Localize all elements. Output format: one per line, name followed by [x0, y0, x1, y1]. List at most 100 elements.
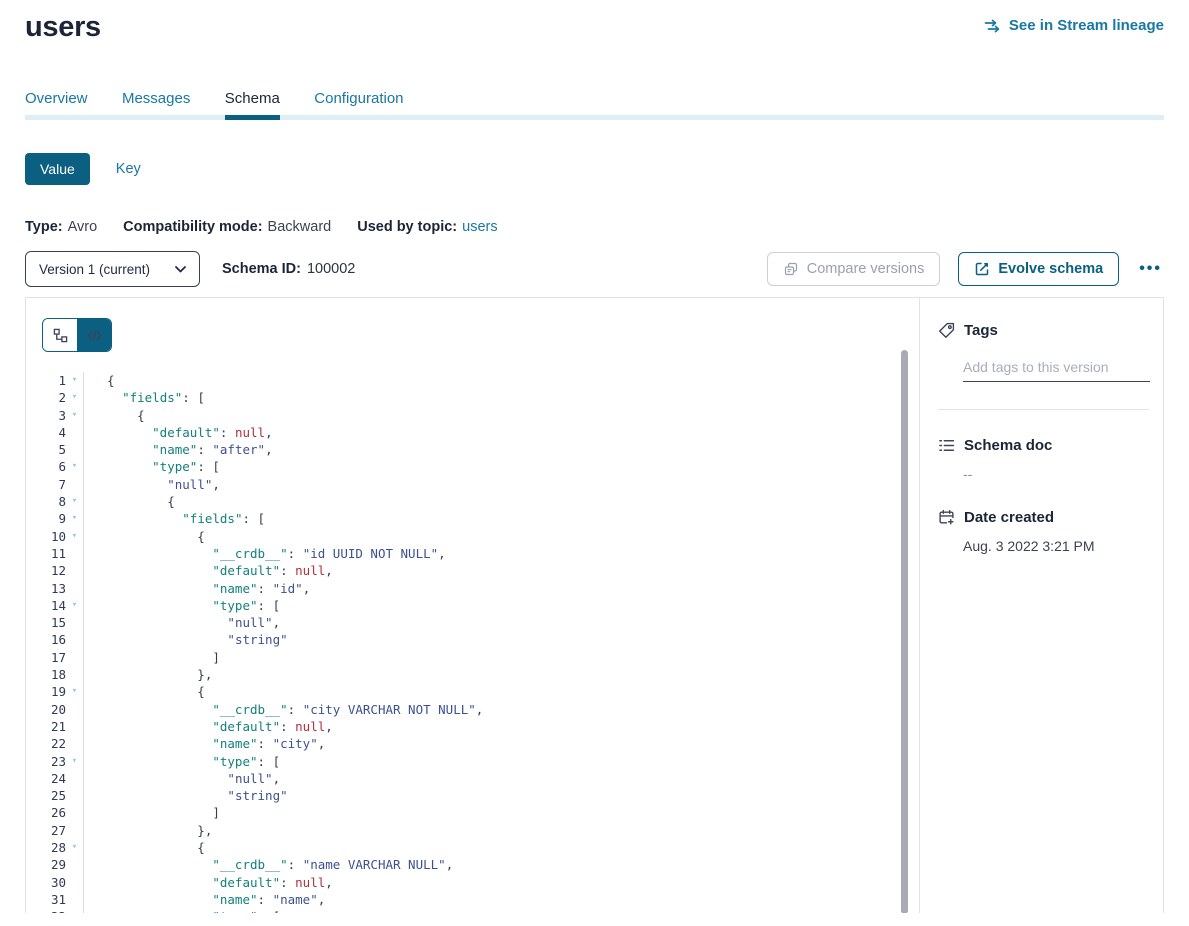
code-line-text: },: [83, 666, 919, 683]
schema-sidebar: Tags Schema doc --: [919, 298, 1163, 913]
tab-schema[interactable]: Schema: [225, 90, 280, 120]
code-line-text: "default": null,: [83, 562, 919, 579]
code-line-text: "__crdb__": "city VARCHAR NOT NULL",: [83, 701, 919, 718]
more-options-button[interactable]: •••: [1137, 256, 1164, 282]
fold-arrow-icon[interactable]: ▾: [66, 597, 83, 614]
evolve-schema-label: Evolve schema: [998, 261, 1103, 277]
editor-view-toggle: [42, 318, 112, 352]
fold-arrow-icon[interactable]: ▾: [66, 389, 83, 406]
line-number: 4: [26, 424, 66, 441]
fold-arrow-icon[interactable]: ▾: [66, 528, 83, 545]
evolve-schema-button[interactable]: Evolve schema: [958, 252, 1119, 286]
line-number: 2: [26, 389, 66, 406]
version-select-value: Version 1 (current): [39, 262, 150, 277]
code-line: 6▾ "type": [: [26, 458, 919, 475]
fold-arrow-icon[interactable]: ▾: [66, 493, 83, 510]
see-in-stream-lineage-link[interactable]: See in Stream lineage: [984, 17, 1164, 34]
compare-versions-button[interactable]: Compare versions: [767, 252, 941, 286]
fold-arrow-icon[interactable]: ▾: [66, 458, 83, 475]
code-line: 18 },: [26, 666, 919, 683]
date-created-title: Date created: [964, 509, 1054, 526]
code-line: 25 "string": [26, 787, 919, 804]
code-line-text: "null",: [83, 476, 919, 493]
fold-arrow-icon[interactable]: ▾: [66, 683, 83, 700]
code-line: 12 "default": null,: [26, 562, 919, 579]
fold-spacer: [66, 874, 83, 891]
line-number: 8: [26, 493, 66, 510]
fold-spacer: [66, 562, 83, 579]
line-number: 30: [26, 874, 66, 891]
line-number: 10: [26, 528, 66, 545]
fold-spacer: [66, 770, 83, 787]
value-key-toggle: Value Key: [25, 153, 1164, 185]
fold-arrow-icon[interactable]: ▾: [66, 407, 83, 424]
code-line-text: "name": "after",: [83, 441, 919, 458]
fold-arrow-icon[interactable]: ▾: [66, 839, 83, 856]
code-line: 21 "default": null,: [26, 718, 919, 735]
key-toggle-link[interactable]: Key: [116, 161, 141, 177]
tab-underline-track: [25, 115, 1164, 120]
tab-bar: Overview Messages Schema Configuration: [25, 90, 1164, 120]
code-line: 20 "__crdb__": "city VARCHAR NOT NULL",: [26, 701, 919, 718]
fold-spacer: [66, 545, 83, 562]
page-title: users: [25, 10, 101, 44]
schema-actions: Compare versions Evolve schema •••: [767, 252, 1164, 286]
code-line: 26 ]: [26, 804, 919, 821]
schema-id-value: 100002: [307, 261, 355, 277]
tree-view-button[interactable]: [43, 319, 77, 351]
code-line-text: "type": [: [83, 908, 919, 913]
value-toggle-button[interactable]: Value: [25, 153, 90, 185]
add-tags-input[interactable]: [963, 359, 1150, 382]
code-line-text: "fields": [: [83, 510, 919, 527]
fold-spacer: [66, 441, 83, 458]
type-label: Type:: [25, 219, 63, 235]
editor-scrollbar[interactable]: [901, 350, 908, 913]
fold-arrow-icon[interactable]: ▾: [66, 510, 83, 527]
code-line-text: "type": [: [83, 753, 919, 770]
version-select[interactable]: Version 1 (current): [25, 251, 200, 287]
code-line-text: {: [83, 407, 919, 424]
fold-spacer: [66, 822, 83, 839]
code-line: 23▾ "type": [: [26, 753, 919, 770]
fold-arrow-icon[interactable]: ▾: [66, 753, 83, 770]
fold-spacer: [66, 649, 83, 666]
code-line: 15 "null",: [26, 614, 919, 631]
code-line-text: "type": [: [83, 458, 919, 475]
fold-arrow-icon[interactable]: ▾: [66, 908, 83, 913]
schema-id-label: Schema ID:: [222, 261, 301, 277]
line-number: 3: [26, 407, 66, 424]
code-line: 31 "name": "name",: [26, 891, 919, 908]
fold-spacer: [66, 718, 83, 735]
code-line-text: "null",: [83, 614, 919, 631]
code-line: 28▾ {: [26, 839, 919, 856]
line-number: 20: [26, 701, 66, 718]
line-number: 13: [26, 580, 66, 597]
code-line-text: {: [83, 528, 919, 545]
lineage-link-label: See in Stream lineage: [1009, 17, 1164, 34]
line-number: 23: [26, 753, 66, 770]
topic-link[interactable]: users: [462, 219, 497, 235]
code-line: 24 "null",: [26, 770, 919, 787]
code-lines[interactable]: 1▾{2▾ "fields": [3▾ {4 "default": null,5…: [26, 372, 919, 913]
page-header: users See in Stream lineage: [25, 10, 1164, 44]
code-view-button[interactable]: [77, 319, 111, 351]
code-line-text: "string": [83, 631, 919, 648]
line-number: 5: [26, 441, 66, 458]
schema-doc-title: Schema doc: [964, 437, 1052, 454]
schema-editor: 1▾{2▾ "fields": [3▾ {4 "default": null,5…: [26, 298, 919, 913]
line-number: 31: [26, 891, 66, 908]
code-line: 22 "name": "city",: [26, 735, 919, 752]
code-line: 17 ]: [26, 649, 919, 666]
chevron-down-icon: [175, 266, 186, 273]
fold-spacer: [66, 787, 83, 804]
tags-section-header: Tags: [938, 322, 1149, 339]
line-number: 14: [26, 597, 66, 614]
fold-arrow-icon[interactable]: ▾: [66, 372, 83, 389]
line-number: 21: [26, 718, 66, 735]
fold-spacer: [66, 631, 83, 648]
code-line-text: "type": [: [83, 597, 919, 614]
date-created-value: Aug. 3 2022 3:21 PM: [963, 538, 1149, 554]
schema-doc-section: Schema doc --: [938, 437, 1149, 482]
line-number: 25: [26, 787, 66, 804]
line-number: 16: [26, 631, 66, 648]
